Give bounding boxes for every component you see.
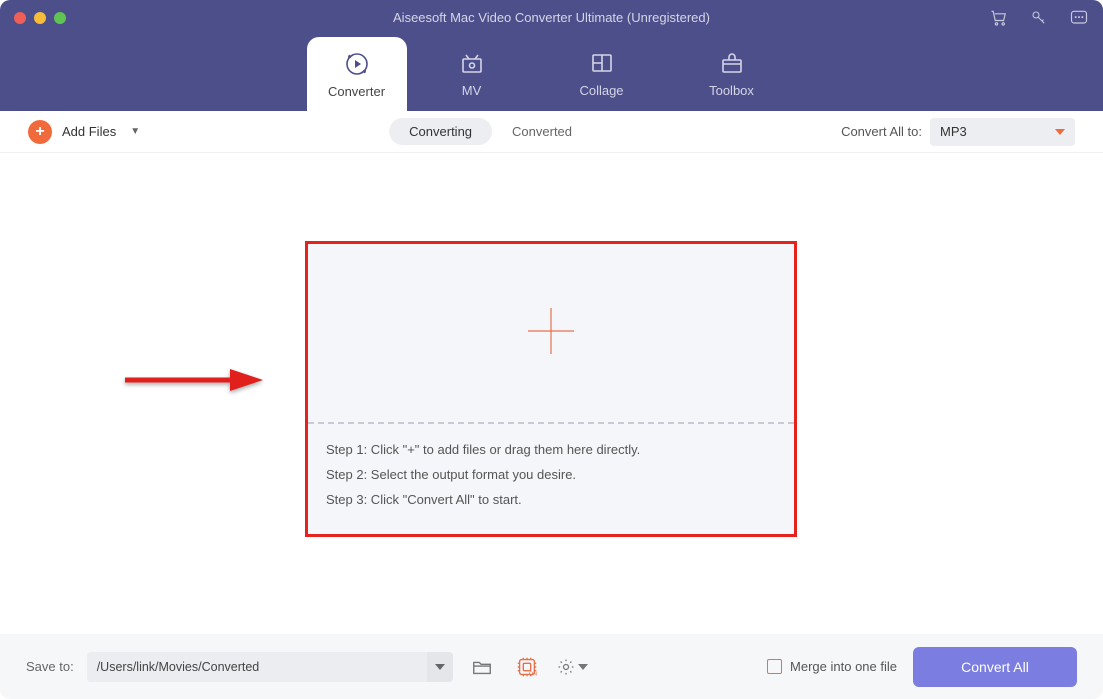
save-path-dropdown[interactable] (427, 652, 453, 682)
add-files-label: Add Files (62, 124, 116, 139)
save-path-value: /Users/link/Movies/Converted (97, 660, 260, 674)
tab-toolbox-label: Toolbox (709, 83, 754, 98)
main-nav: Converter MV Collage Toolbox (0, 35, 1103, 111)
main-area: Step 1: Click "+" to add files or drag t… (0, 153, 1103, 634)
steps-hint: Step 1: Click "+" to add files or drag t… (308, 424, 794, 517)
plus-icon: + (28, 120, 52, 144)
settings-button[interactable] (556, 652, 588, 682)
cart-icon[interactable] (989, 8, 1009, 28)
convert-all-to: Convert All to: MP3 (841, 118, 1075, 146)
seg-converted[interactable]: Converted (492, 118, 592, 145)
step-3-text: Step 3: Click "Convert All" to start. (326, 492, 776, 507)
checkbox-icon (767, 659, 782, 674)
merge-label: Merge into one file (790, 659, 897, 674)
seg-converting[interactable]: Converting (389, 118, 492, 145)
tab-mv[interactable]: MV (407, 35, 537, 111)
toolbar: + Add Files ▼ Converting Converted Conve… (0, 111, 1103, 153)
titlebar: Aiseesoft Mac Video Converter Ultimate (… (0, 0, 1103, 35)
save-to-label: Save to: (26, 659, 74, 674)
merge-checkbox[interactable]: Merge into one file (767, 659, 897, 674)
chevron-down-icon[interactable]: ▼ (130, 126, 140, 137)
tab-converter-label: Converter (328, 84, 385, 99)
tab-collage[interactable]: Collage (537, 35, 667, 111)
drop-zone-add-area[interactable] (308, 244, 794, 422)
bottom-bar: Save to: /Users/link/Movies/Converted ON… (0, 634, 1103, 699)
step-1-text: Step 1: Click "+" to add files or drag t… (326, 442, 776, 457)
chevron-down-icon (578, 664, 588, 670)
convert-all-to-label: Convert All to: (841, 124, 922, 139)
app-window: Aiseesoft Mac Video Converter Ultimate (… (0, 0, 1103, 699)
close-window-button[interactable] (14, 12, 26, 24)
tab-collage-label: Collage (579, 83, 623, 98)
add-files-button[interactable]: + Add Files ▼ (28, 120, 140, 144)
maximize-window-button[interactable] (54, 12, 66, 24)
output-format-value: MP3 (940, 124, 967, 139)
chevron-down-icon (1055, 129, 1065, 135)
gpu-accel-button[interactable]: ON (511, 652, 543, 682)
tab-mv-label: MV (462, 83, 482, 98)
chevron-down-icon (435, 664, 445, 670)
output-format-select[interactable]: MP3 (930, 118, 1075, 146)
tab-toolbox[interactable]: Toolbox (667, 35, 797, 111)
convert-all-button[interactable]: Convert All (913, 647, 1077, 687)
big-plus-icon (524, 304, 578, 363)
window-controls (14, 12, 66, 24)
step-2-text: Step 2: Select the output format you des… (326, 467, 776, 482)
status-segment: Converting Converted (389, 118, 592, 145)
drop-zone[interactable]: Step 1: Click "+" to add files or drag t… (305, 241, 797, 537)
window-title: Aiseesoft Mac Video Converter Ultimate (… (0, 10, 1103, 25)
minimize-window-button[interactable] (34, 12, 46, 24)
tab-converter[interactable]: Converter (307, 37, 407, 112)
feedback-icon[interactable] (1069, 8, 1089, 28)
key-icon[interactable] (1029, 8, 1049, 28)
open-folder-button[interactable] (466, 652, 498, 682)
save-path-field[interactable]: /Users/link/Movies/Converted (87, 652, 427, 682)
annotation-arrow (120, 365, 270, 400)
svg-text:ON: ON (529, 671, 537, 677)
